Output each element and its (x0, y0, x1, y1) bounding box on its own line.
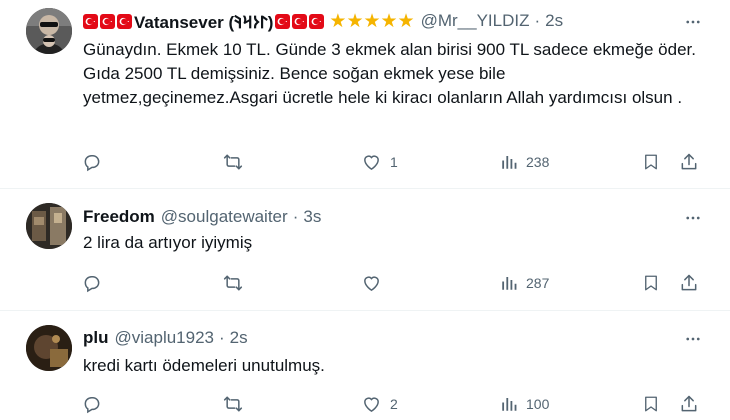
reply-icon (84, 276, 100, 293)
display-name[interactable]: Freedom (83, 207, 155, 227)
timestamp[interactable]: 2s (545, 11, 563, 31)
display-name[interactable]: plu (83, 328, 109, 348)
user-handle[interactable]: @viaplu1923 (115, 328, 215, 348)
like-button[interactable]: 1 (361, 150, 398, 174)
views-button[interactable]: 287 (500, 271, 549, 295)
action-bar: 287 (0, 271, 730, 295)
tweet-3[interactable]: plu @viaplu1923 · 2s kredi kartı ödemele… (0, 311, 730, 420)
tweet-header: Freedom @soulgatewaiter · 3s (83, 206, 321, 228)
separator-dot: · (292, 207, 299, 226)
share-icon (681, 395, 697, 412)
retweet-button[interactable] (222, 271, 252, 295)
more-icon[interactable] (682, 328, 704, 350)
bookmark-button[interactable] (642, 150, 660, 174)
reply-icon (84, 397, 100, 414)
tweet-1[interactable]: Vatansever (𐰃𐰆𐰺𐰚) ★★★★★ @Mr__YILDIZ · 2s… (0, 0, 730, 186)
timestamp[interactable]: 3s (303, 207, 321, 227)
like-count: 1 (390, 154, 398, 170)
view-count: 238 (526, 154, 550, 170)
like-button[interactable] (361, 271, 390, 295)
bookmark-button[interactable] (642, 271, 660, 295)
bookmark-icon (645, 275, 657, 291)
view-count: 287 (526, 275, 550, 291)
like-count: 2 (390, 396, 398, 412)
share-button[interactable] (679, 150, 699, 174)
views-icon (502, 156, 517, 169)
views-icon (502, 277, 517, 290)
like-icon (364, 155, 379, 170)
avatar[interactable] (26, 325, 72, 371)
like-icon (364, 397, 379, 412)
share-button[interactable] (679, 271, 699, 295)
action-bar: 2 100 (0, 392, 730, 416)
reply-icon (84, 155, 100, 172)
views-button[interactable]: 100 (500, 392, 549, 416)
turkey-flag-icon (117, 13, 132, 29)
separator-dot: · (219, 328, 225, 347)
user-handle[interactable]: @soulgatewaiter (161, 207, 288, 227)
user-handle[interactable]: @Mr__YILDIZ (421, 11, 530, 31)
turkey-flag-icon (292, 13, 308, 29)
like-icon (364, 276, 379, 291)
tweet-text: kredi kartı ödemeleri unutulmuş. (83, 356, 325, 375)
tweet-header: plu @viaplu1923 · 2s (83, 327, 248, 349)
share-button[interactable] (679, 392, 699, 416)
reply-button[interactable] (82, 392, 110, 416)
retweet-icon (223, 396, 243, 412)
bookmark-icon (645, 396, 657, 412)
retweet-icon (223, 154, 243, 170)
views-icon (502, 398, 517, 411)
view-count: 100 (526, 396, 550, 412)
tweet-text: Günaydın. Ekmek 10 TL. Günde 3 ekmek ala… (83, 40, 696, 107)
bookmark-icon (645, 154, 657, 170)
retweet-button[interactable] (222, 150, 252, 174)
turkey-flag-icon (275, 13, 291, 29)
action-bar: 1 238 (0, 150, 730, 174)
display-name[interactable]: Vatansever (𐰃𐰆𐰺𐰚) (134, 10, 273, 33)
more-icon[interactable] (682, 11, 704, 33)
timestamp[interactable]: 2s (230, 328, 248, 348)
bookmark-button[interactable] (642, 392, 660, 416)
turkey-flag-icon (309, 13, 325, 29)
views-button[interactable]: 238 (500, 150, 549, 174)
separator-dot: · (534, 11, 541, 30)
retweet-icon (223, 275, 243, 291)
star-rating-icon: ★★★★★ (329, 10, 415, 32)
avatar[interactable] (26, 203, 72, 249)
tweet-header: Vatansever (𐰃𐰆𐰺𐰚) ★★★★★ @Mr__YILDIZ · 2s (83, 10, 563, 32)
reply-button[interactable] (82, 150, 110, 174)
like-button[interactable]: 2 (361, 392, 398, 416)
share-icon (681, 153, 697, 170)
tweet-text: 2 lira da artıyor iyiymiş (83, 233, 253, 252)
turkey-flag-icon (83, 13, 98, 29)
retweet-button[interactable] (222, 392, 252, 416)
reply-button[interactable] (82, 271, 110, 295)
share-icon (681, 274, 697, 291)
turkey-flag-icon (100, 13, 115, 29)
tweet-2[interactable]: Freedom @soulgatewaiter · 3s 2 lira da a… (0, 189, 730, 307)
more-icon[interactable] (682, 207, 704, 229)
avatar[interactable] (26, 8, 72, 54)
